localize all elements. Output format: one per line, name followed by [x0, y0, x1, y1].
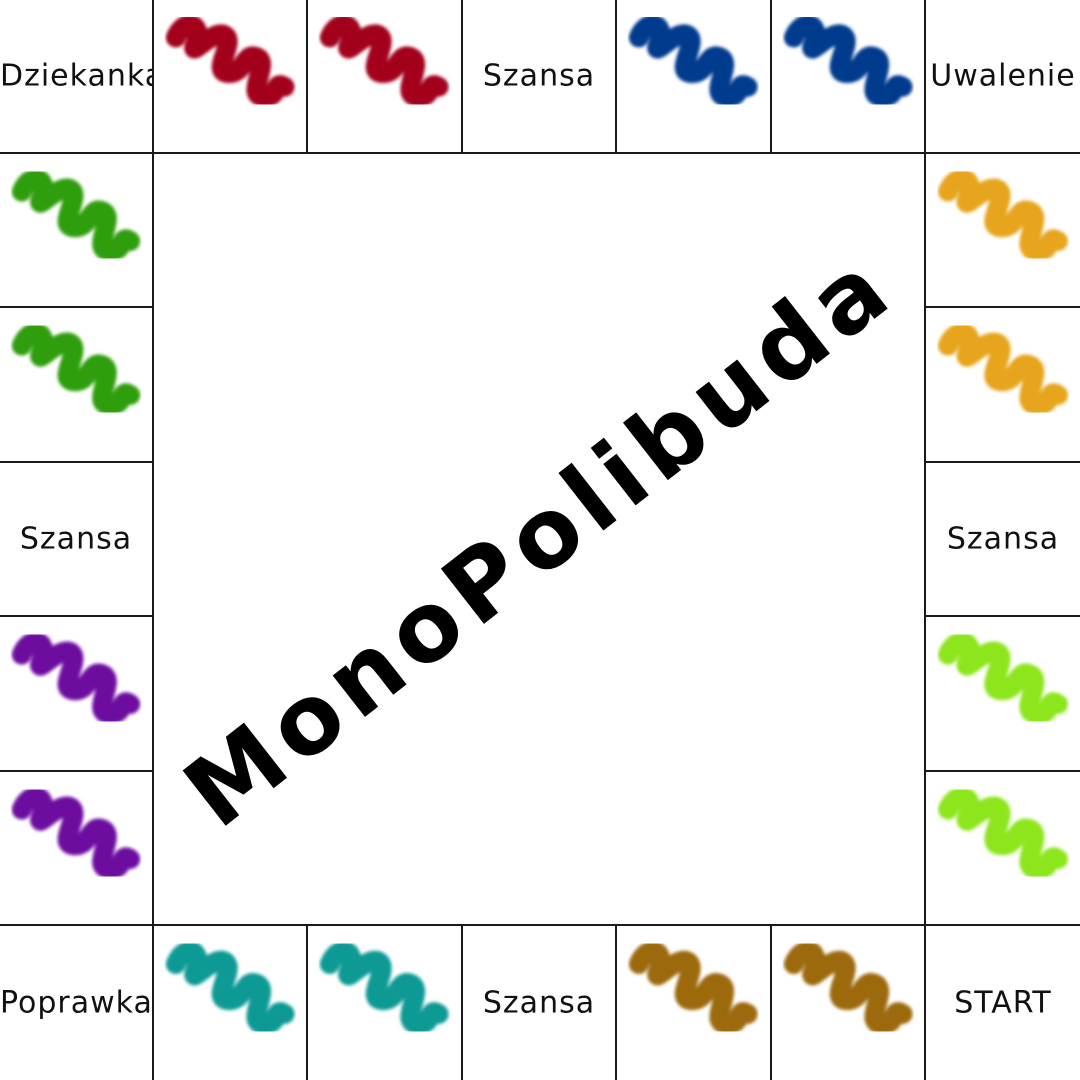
scribble-stroke — [937, 169, 1068, 261]
property-blue-2[interactable] — [771, 0, 926, 154]
chance-left[interactable]: Szansa — [0, 462, 154, 618]
scribble-stroke — [11, 323, 141, 416]
scribble-stroke — [937, 786, 1068, 879]
property-purple-1[interactable] — [0, 617, 154, 772]
chance-label: Szansa — [482, 58, 596, 94]
scribble-icon — [11, 169, 141, 261]
scribble-icon — [11, 323, 141, 416]
scribble-icon — [937, 632, 1068, 725]
chance-bottom[interactable]: Szansa — [462, 925, 618, 1080]
property-lime-2[interactable] — [925, 771, 1080, 926]
title-wrap: MonoPolibuda — [164, 229, 914, 849]
scribble-stroke — [320, 15, 449, 107]
scribble-icon — [783, 941, 913, 1034]
scribble-stroke — [629, 941, 758, 1034]
scribble-icon — [937, 169, 1068, 261]
scribble-stroke — [165, 941, 295, 1034]
scribble-icon — [11, 786, 141, 879]
scribble-stroke — [937, 323, 1068, 416]
scribble-icon — [11, 632, 141, 725]
property-brown-1[interactable] — [617, 925, 772, 1080]
chance-label: Szansa — [946, 521, 1060, 557]
chance-right[interactable]: Szansa — [925, 462, 1080, 618]
property-blue-1[interactable] — [617, 0, 772, 154]
scribble-icon — [165, 941, 295, 1034]
chance-top[interactable]: Szansa — [462, 0, 618, 154]
corner-poprawka[interactable]: Poprawka — [0, 925, 154, 1080]
scribble-icon — [165, 15, 295, 107]
scribble-icon — [320, 15, 449, 107]
scribble-stroke — [320, 941, 449, 1034]
scribble-stroke — [11, 786, 141, 879]
scribble-icon — [783, 15, 913, 107]
property-orange-2[interactable] — [925, 308, 1080, 463]
chance-label: Szansa — [482, 985, 596, 1021]
game-board: Dziekanka Szansa Uwalenie Szansa MonoPol… — [0, 0, 1080, 1080]
chance-label: Szansa — [19, 521, 133, 557]
corner-uwalenie[interactable]: Uwalenie — [925, 0, 1080, 154]
scribble-icon — [937, 786, 1068, 879]
board-center: MonoPolibuda — [154, 154, 926, 926]
corner-label: START — [954, 985, 1052, 1021]
scribble-icon — [629, 15, 758, 107]
corner-label: Dziekanka — [0, 58, 154, 94]
property-purple-2[interactable] — [0, 771, 154, 926]
property-teal-2[interactable] — [308, 925, 463, 1080]
scribble-icon — [629, 941, 758, 1034]
property-brown-2[interactable] — [771, 925, 926, 1080]
board-title: MonoPolibuda — [163, 228, 915, 850]
scribble-icon — [937, 323, 1068, 416]
property-red-1[interactable] — [154, 0, 309, 154]
property-teal-1[interactable] — [154, 925, 309, 1080]
scribble-stroke — [165, 15, 295, 107]
property-green-1[interactable] — [0, 154, 154, 309]
scribble-stroke — [629, 15, 758, 107]
scribble-stroke — [783, 15, 913, 107]
corner-dziekanka[interactable]: Dziekanka — [0, 0, 154, 154]
property-green-2[interactable] — [0, 308, 154, 463]
scribble-stroke — [11, 169, 141, 261]
corner-label: Poprawka — [0, 985, 153, 1021]
scribble-stroke — [783, 941, 913, 1034]
property-lime-1[interactable] — [925, 617, 1080, 772]
corner-start[interactable]: START — [925, 925, 1080, 1080]
property-orange-1[interactable] — [925, 154, 1080, 309]
property-red-2[interactable] — [308, 0, 463, 154]
scribble-icon — [320, 941, 449, 1034]
scribble-stroke — [11, 632, 141, 725]
scribble-stroke — [937, 632, 1068, 725]
corner-label: Uwalenie — [930, 58, 1076, 94]
